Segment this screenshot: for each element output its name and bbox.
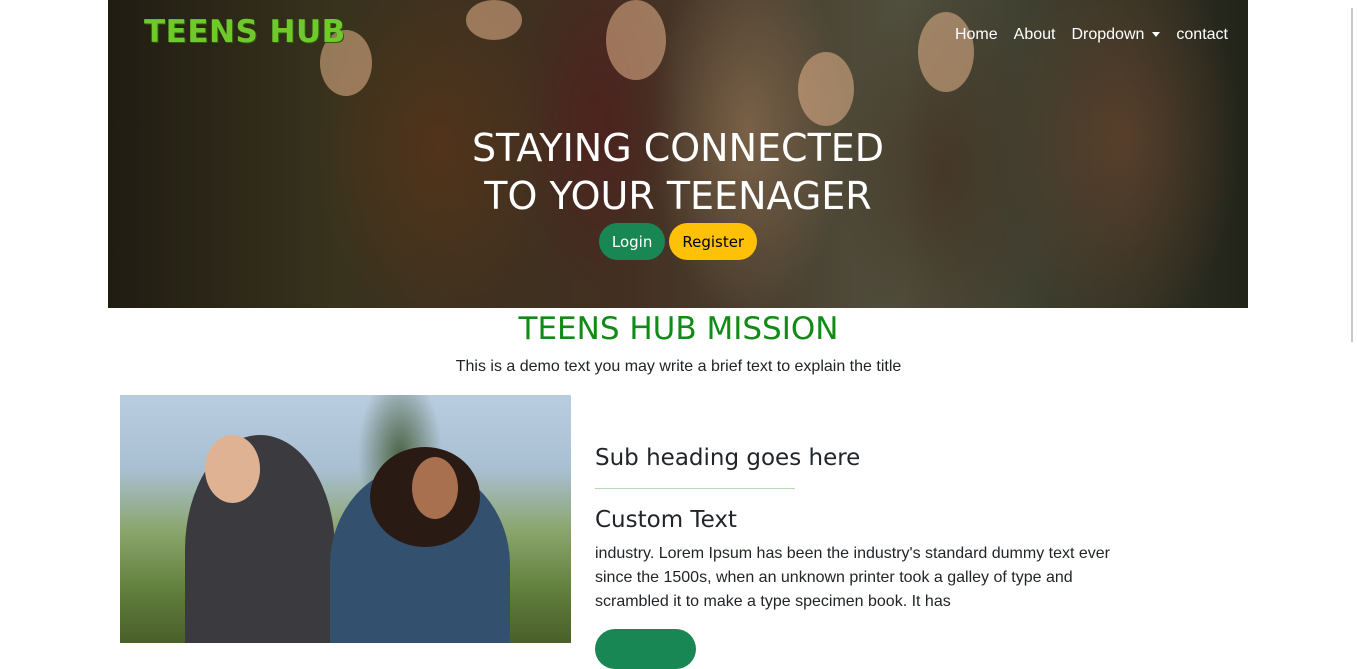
caret-down-icon	[1152, 32, 1161, 38]
teens-photo-face	[412, 457, 458, 519]
hero-buttons: Login Register	[108, 223, 1248, 260]
nav-dropdown[interactable]: Dropdown	[1071, 26, 1161, 44]
divider	[595, 488, 795, 489]
read-more-button[interactable]	[595, 629, 696, 669]
hero-photo-face	[798, 52, 854, 126]
hero-title-line1: STAYING CONNECTED	[471, 126, 885, 170]
nav-about[interactable]: About	[1014, 26, 1056, 44]
body-text: industry. Lorem Ipsum has been the indus…	[595, 545, 1110, 610]
hero-title: STAYING CONNECTED TO YOUR TEENAGER	[108, 124, 1248, 220]
register-button[interactable]: Register	[669, 223, 758, 260]
main-nav: Home About Dropdown contact	[955, 26, 1228, 44]
nav-home[interactable]: Home	[955, 26, 998, 44]
mission-text: This is a demo text you may write a brie…	[455, 358, 902, 375]
hero-title-line2: TO YOUR TEENAGER	[484, 174, 872, 218]
page-scrollbar[interactable]	[1351, 8, 1353, 342]
hero-banner: TEENS HUB Home About Dropdown contact ST…	[108, 0, 1248, 308]
brand-logo[interactable]: TEENS HUB	[144, 14, 346, 50]
teens-photo	[120, 395, 571, 643]
nav-contact[interactable]: contact	[1176, 26, 1228, 44]
hero-photo-face	[918, 12, 974, 92]
custom-text-title: Custom Text	[595, 507, 737, 533]
login-button[interactable]: Login	[598, 223, 666, 260]
nav-dropdown-label: Dropdown	[1071, 26, 1145, 43]
teens-photo-face	[205, 435, 260, 503]
hero-photo-face	[606, 0, 666, 80]
sub-heading: Sub heading goes here	[595, 445, 861, 471]
hero-photo-face	[466, 0, 522, 40]
mission-title: TEENS HUB MISSION	[518, 311, 839, 347]
